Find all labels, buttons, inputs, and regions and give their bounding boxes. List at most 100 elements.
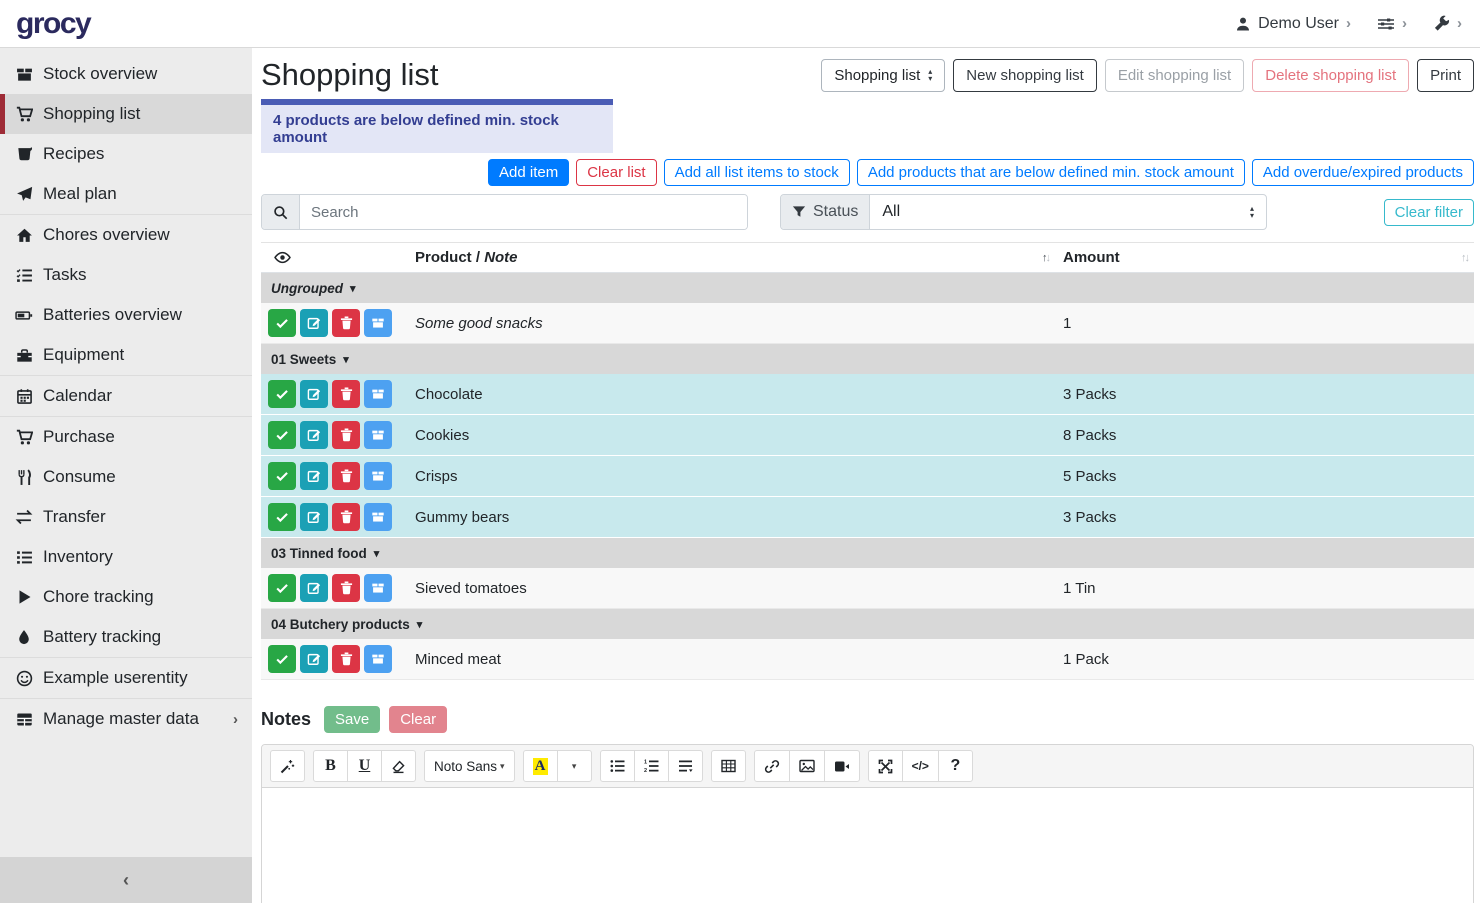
clear-filter-button[interactable]: Clear filter [1384,199,1474,226]
sort-icon[interactable]: ↑↓ [1042,252,1049,264]
sidebar-item-recipes[interactable]: Recipes [0,134,252,174]
mark-done-button[interactable] [268,309,296,337]
sidebar-item-meal-plan[interactable]: Meal plan [0,174,252,214]
unordered-list-button[interactable] [600,750,635,782]
sidebar-item-consume[interactable]: Consume [0,457,252,497]
magic-style-button[interactable] [270,750,305,782]
add-to-stock-button[interactable] [364,574,392,602]
add-below-min-stock-button[interactable]: Add products that are below defined min.… [857,159,1245,186]
sidebar-item-example-userentity[interactable]: Example userentity [0,658,252,698]
add-all-to-stock-button[interactable]: Add all list items to stock [664,159,850,186]
status-filter-group: Status All ▴▾ [780,194,1267,230]
sidebar-item-equipment[interactable]: Equipment [0,335,252,375]
caret-down-icon: ▾ [417,618,423,631]
insert-picture-button[interactable] [789,750,825,782]
edit-item-button[interactable] [300,309,328,337]
grocy-logo: grocy [16,7,90,41]
status-filter-select[interactable]: All ▴▾ [870,195,1266,229]
delete-item-button[interactable] [332,380,360,408]
product-group-header[interactable]: Ungrouped ▾ [261,273,1474,303]
sidebar-item-chores-overview[interactable]: Chores overview [0,215,252,255]
mark-done-button[interactable] [268,574,296,602]
add-item-button[interactable]: Add item [488,159,569,186]
notes-clear-button[interactable]: Clear [389,706,447,733]
edit-item-button[interactable] [300,462,328,490]
sidebar-item-batteries-overview[interactable]: Batteries overview [0,295,252,335]
add-to-stock-button[interactable] [364,309,392,337]
mark-done-button[interactable] [268,380,296,408]
add-to-stock-button[interactable] [364,462,392,490]
sidebar-item-calendar[interactable]: Calendar [0,376,252,416]
delete-shopping-list-button[interactable]: Delete shopping list [1252,59,1409,92]
sidebar-item-shopping-list[interactable]: Shopping list [0,94,252,134]
sidebar-item-label: Manage master data [43,709,199,729]
delete-item-button[interactable] [332,503,360,531]
sidebar-item-manage-master-data[interactable]: Manage master data › [0,699,252,739]
font-color-button[interactable]: A [523,750,558,782]
edit-item-button[interactable] [300,421,328,449]
edit-shopping-list-button[interactable]: Edit shopping list [1105,59,1244,92]
delete-item-button[interactable] [332,574,360,602]
sidebar-item-transfer[interactable]: Transfer [0,497,252,537]
sidebar-item-stock-overview[interactable]: Stock overview [0,54,252,94]
edit-item-button[interactable] [300,503,328,531]
col-header-note[interactable]: Note [484,249,517,266]
new-shopping-list-button[interactable]: New shopping list [953,59,1097,92]
font-family-select[interactable]: Noto Sans ▾ [424,750,515,782]
print-button[interactable]: Print [1417,59,1474,92]
add-to-stock-button[interactable] [364,503,392,531]
sidebar-item-purchase[interactable]: Purchase [0,417,252,457]
code-view-button[interactable]: </> [902,750,939,782]
product-group-header[interactable]: 03 Tinned food ▾ [261,538,1474,568]
sidebar-item-chore-tracking[interactable]: Chore tracking [0,577,252,617]
sidebar-collapse-button[interactable]: ‹ [0,857,252,903]
insert-table-button[interactable] [711,750,746,782]
eye-icon[interactable] [274,250,291,265]
user-menu[interactable]: Demo User › [1235,15,1351,33]
search-input[interactable] [300,195,747,229]
edit-item-button[interactable] [300,645,328,673]
sort-icon[interactable]: ↑↓ [1461,252,1468,264]
insert-video-button[interactable] [824,750,860,782]
paragraph-style-button[interactable] [668,750,703,782]
clear-list-button[interactable]: Clear list [576,159,656,186]
mark-done-button[interactable] [268,421,296,449]
product-group-header[interactable]: 04 Butchery products ▾ [261,609,1474,639]
sidebar-item-tasks[interactable]: Tasks [0,255,252,295]
bold-button[interactable]: B [313,750,348,782]
chevron-right-icon: › [1346,15,1351,32]
amount-value: 1 Pack [1063,651,1109,668]
delete-item-button[interactable] [332,309,360,337]
fullscreen-button[interactable] [868,750,903,782]
shopping-list-select[interactable]: Shopping list ▴▾ [821,59,945,92]
delete-item-button[interactable] [332,645,360,673]
help-button[interactable]: ? [938,750,973,782]
ordered-list-button[interactable]: 12 [634,750,669,782]
edit-item-button[interactable] [300,574,328,602]
clear-formatting-button[interactable] [381,750,416,782]
mark-done-button[interactable] [268,462,296,490]
delete-item-button[interactable] [332,462,360,490]
font-color-dropdown[interactable]: ▾ [557,750,592,782]
admin-menu[interactable]: › [1433,15,1462,32]
add-to-stock-button[interactable] [364,645,392,673]
notes-save-button[interactable]: Save [324,706,380,733]
mark-done-button[interactable] [268,645,296,673]
add-to-stock-button[interactable] [364,421,392,449]
sidebar-item-battery-tracking[interactable]: Battery tracking [0,617,252,657]
product-group-header[interactable]: 01 Sweets ▾ [261,344,1474,374]
edit-item-button[interactable] [300,380,328,408]
col-header-amount[interactable]: Amount [1063,249,1120,266]
sidebar-item-inventory[interactable]: Inventory [0,537,252,577]
quick-settings-menu[interactable]: › [1377,15,1407,32]
list-icon [14,549,34,566]
insert-link-button[interactable] [754,750,790,782]
add-overdue-products-button[interactable]: Add overdue/expired products [1252,159,1474,186]
notes-textarea[interactable] [262,788,1473,903]
delete-item-button[interactable] [332,421,360,449]
mark-done-button[interactable] [268,503,296,531]
product-name: Sieved tomatoes [415,580,527,597]
add-to-stock-button[interactable] [364,380,392,408]
underline-button[interactable]: U [347,750,382,782]
col-header-product[interactable]: Product / [415,249,480,266]
